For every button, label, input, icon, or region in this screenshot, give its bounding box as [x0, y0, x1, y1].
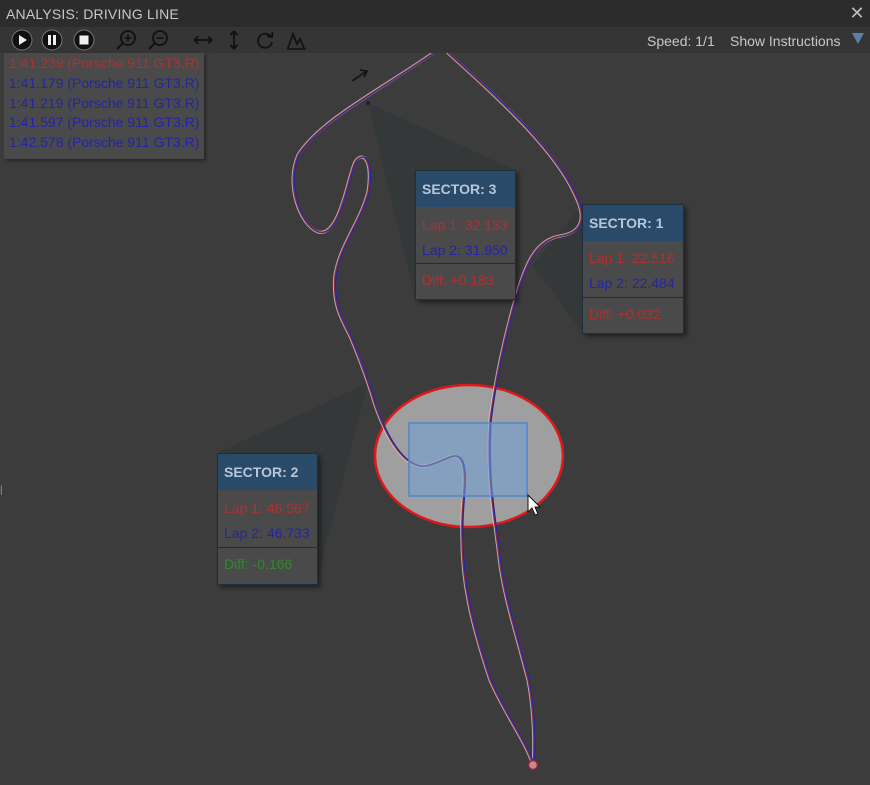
fit-horizontal-icon[interactable]	[191, 28, 215, 52]
lap-item[interactable]: 1:41.597 (Porsche 911 GT3.R)	[9, 113, 199, 132]
show-instructions-link[interactable]: Show Instructions	[730, 33, 841, 49]
sector-3-divider	[416, 263, 515, 264]
sector-2-panel: SECTOR: 2 Lap 1: 46.567 Lap 2: 46.733 Di…	[217, 453, 318, 585]
sector-1-title: SECTOR: 1	[583, 205, 683, 241]
chevron-down-icon[interactable]	[852, 33, 864, 44]
zoom-in-icon[interactable]	[115, 28, 139, 52]
lap-item[interactable]: 1:41.239 (Porsche 911 GT3.R)	[9, 54, 199, 73]
sector-1-lap2: Lap 2: 22.484	[589, 275, 675, 291]
toolbar: Speed: 1/1 Show Instructions	[0, 27, 870, 53]
sector-1-diff: Diff: +0.032	[589, 306, 661, 322]
sector-1-divider	[583, 297, 683, 298]
speed-label: Speed: 1/1	[647, 33, 715, 49]
stop-icon[interactable]	[72, 28, 96, 52]
sector-1-lap1: Lap 1: 22.516	[589, 250, 675, 266]
sector-3-lap2: Lap 2: 31.950	[422, 242, 508, 258]
sector-2-lap2: Lap 2: 46.733	[224, 525, 310, 541]
close-icon[interactable]: ✕	[848, 4, 866, 22]
sector-2-divider	[218, 547, 317, 548]
edge-fragment: |	[0, 485, 3, 496]
selection-box	[408, 422, 528, 497]
window-title: ANALYSIS: DRIVING LINE	[6, 6, 179, 22]
lap-list: 1:41.239 (Porsche 911 GT3.R) 1:41.179 (P…	[4, 53, 204, 159]
direction-arrow-icon	[351, 69, 369, 82]
play-icon[interactable]	[10, 28, 34, 52]
sector-2-lap1: Lap 1: 46.567	[224, 500, 310, 516]
sector-1-callout-wedge	[533, 205, 582, 332]
track-map[interactable]	[0, 53, 870, 785]
sector-3-title: SECTOR: 3	[416, 171, 515, 207]
sector-2-title: SECTOR: 2	[218, 454, 317, 490]
sector-1-panel: SECTOR: 1 Lap 1: 22.516 Lap 2: 22.484 Di…	[582, 204, 684, 334]
sector-3-lap1: Lap 1: 32.133	[422, 217, 508, 233]
sector-marker	[366, 101, 370, 105]
pause-icon[interactable]	[40, 28, 64, 52]
lap-item[interactable]: 1:42.578 (Porsche 911 GT3.R)	[9, 133, 199, 152]
sector-3-diff: Diff: +0.183	[422, 272, 494, 288]
rotate-icon[interactable]	[253, 28, 277, 52]
fit-vertical-icon[interactable]	[222, 28, 246, 52]
lap-item[interactable]: 1:41.179 (Porsche 911 GT3.R)	[9, 74, 199, 93]
sector-2-diff: Diff: -0.166	[224, 556, 293, 572]
sector-3-panel: SECTOR: 3 Lap 1: 32.133 Lap 2: 31.950 Di…	[415, 170, 516, 300]
graph-icon[interactable]	[284, 28, 308, 52]
start-marker	[527, 759, 539, 771]
lap-item[interactable]: 1:41.219 (Porsche 911 GT3.R)	[9, 94, 199, 113]
zoom-out-icon[interactable]	[147, 28, 171, 52]
title-bar: ANALYSIS: DRIVING LINE ✕	[0, 0, 870, 28]
